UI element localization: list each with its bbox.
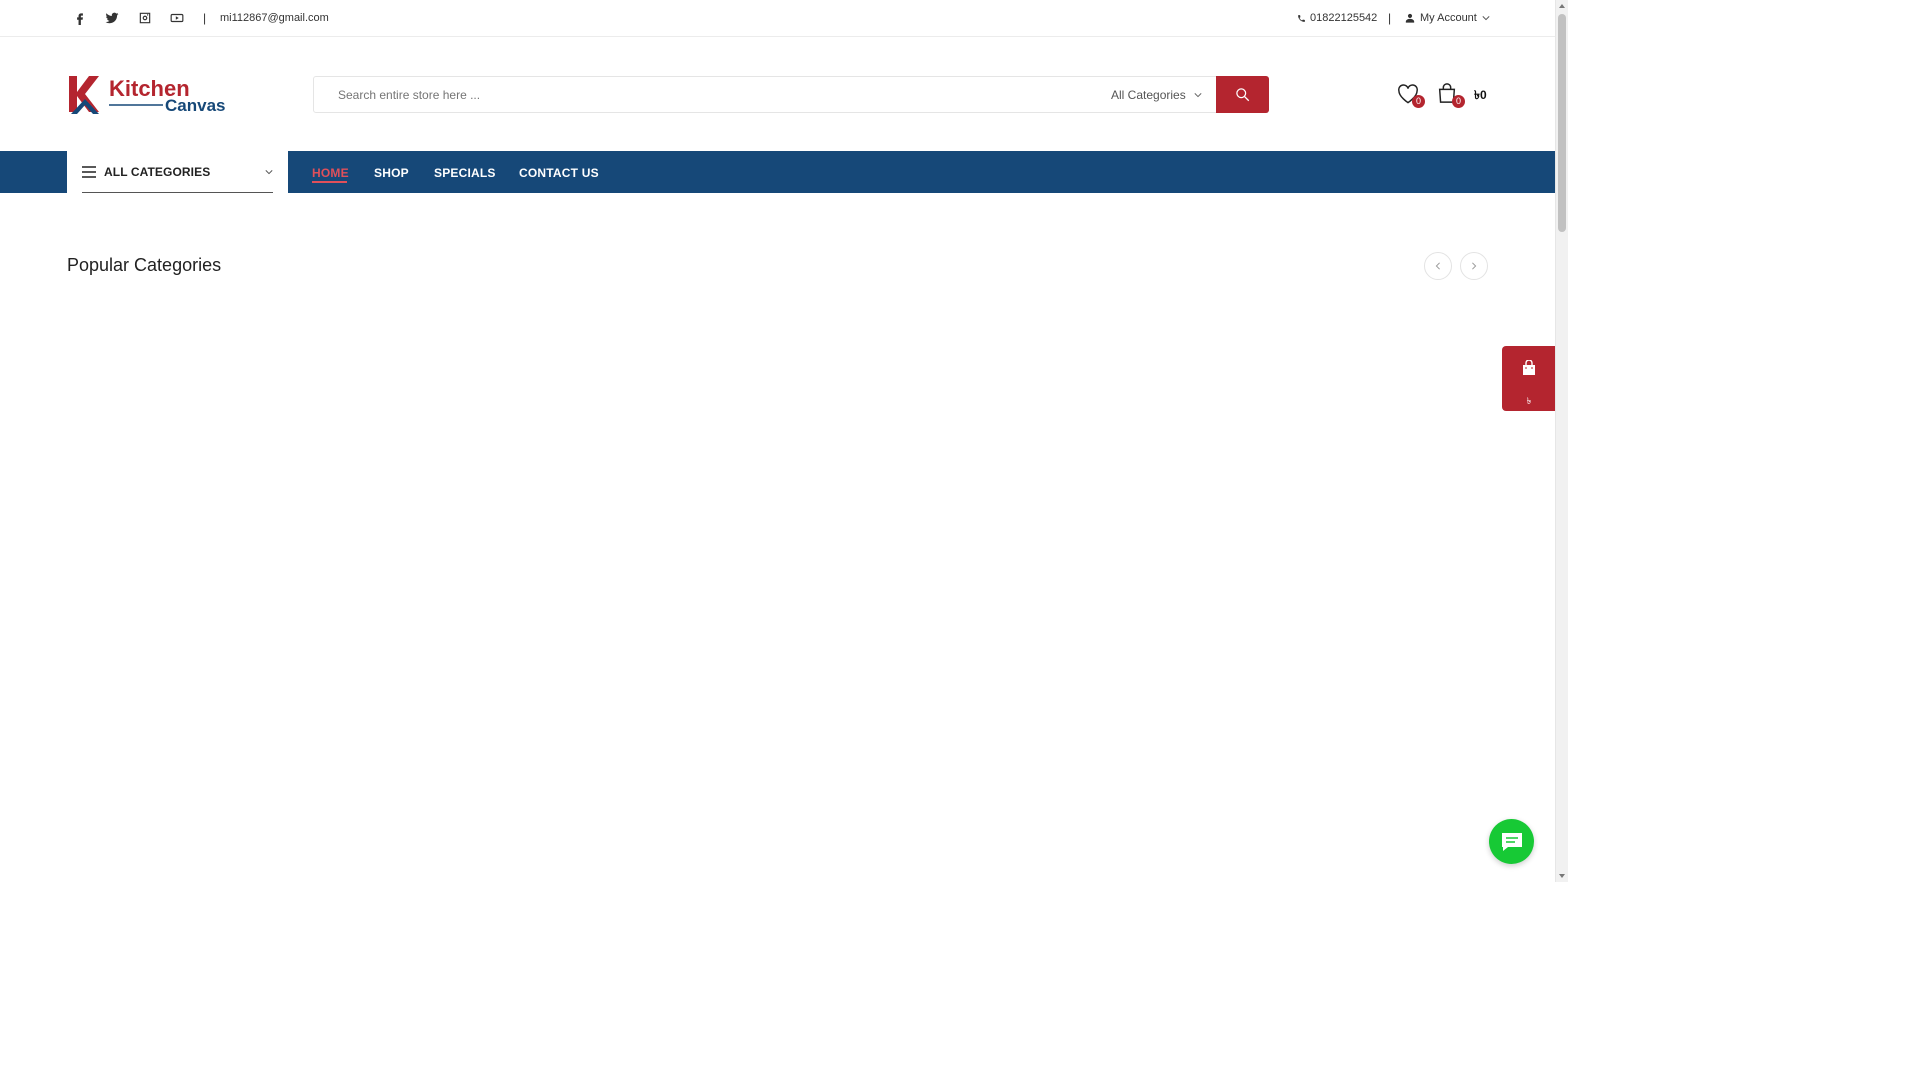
nav-specials[interactable]: SPECIALS <box>434 166 496 180</box>
chevron-down-icon <box>1482 16 1490 21</box>
all-categories-dropdown[interactable]: ALL CATEGORIES <box>67 151 288 193</box>
chat-button[interactable] <box>1489 819 1534 864</box>
user-icon <box>1405 13 1415 23</box>
all-categories-label: ALL CATEGORIES <box>104 164 211 179</box>
nav-contact-us[interactable]: CONTACT US <box>519 166 599 180</box>
site-logo[interactable]: Kitchen Canvas <box>67 72 231 118</box>
chevron-right-icon <box>1472 262 1477 270</box>
chevron-down-icon <box>265 170 273 175</box>
search-input[interactable] <box>338 88 838 102</box>
svg-text:Canvas: Canvas <box>165 96 225 115</box>
nav-home[interactable]: HOME <box>312 166 349 180</box>
search-icon <box>1236 88 1250 102</box>
category-select-value: All Categories <box>1111 88 1186 102</box>
my-account-dropdown[interactable]: My Account <box>1405 12 1490 24</box>
scroll-up-arrow[interactable] <box>1559 4 1565 8</box>
search-button[interactable] <box>1216 76 1269 113</box>
carousel-next-button[interactable] <box>1460 252 1488 280</box>
contact-phone[interactable]: 01822125542 <box>1297 12 1377 24</box>
page-scrollbar[interactable] <box>1555 0 1568 882</box>
phone-icon <box>1298 14 1305 22</box>
separator: | <box>1388 11 1392 25</box>
top-bar: | mi112867@gmail.com 01822125542 | My Ac… <box>0 0 1555 37</box>
section-title: Popular Categories <box>67 255 222 275</box>
wishlist-count-badge: 0 <box>1412 95 1425 108</box>
search-bar: All Categories <box>313 76 1269 113</box>
chevron-left-icon <box>1435 262 1440 270</box>
floating-cart-total: ৳ <box>1526 396 1532 406</box>
scroll-down-arrow[interactable] <box>1559 874 1565 878</box>
active-nav-underline <box>312 181 347 183</box>
chevron-down-icon <box>1194 93 1202 98</box>
cart-button[interactable]: 0 <box>1436 82 1465 108</box>
floating-cart-button[interactable]: ৳ <box>1502 346 1556 411</box>
facebook-icon[interactable] <box>71 9 89 27</box>
category-select[interactable]: All Categories <box>1111 88 1202 102</box>
twitter-icon[interactable] <box>103 9 121 27</box>
scroll-thumb[interactable] <box>1558 14 1566 232</box>
carousel-prev-button[interactable] <box>1424 252 1452 280</box>
my-account-label: My Account <box>1420 12 1477 24</box>
youtube-icon[interactable] <box>168 9 186 27</box>
cart-count-badge: 0 <box>1452 95 1465 108</box>
shopping-bag-icon <box>1523 360 1535 375</box>
wishlist-button[interactable]: 0 <box>1397 84 1425 108</box>
contact-email[interactable]: mi112867@gmail.com <box>220 12 329 24</box>
phone-number: 01822125542 <box>1310 12 1378 24</box>
separator: | <box>203 11 207 25</box>
logo-mark-icon <box>69 76 99 114</box>
nav-shop[interactable]: SHOP <box>374 166 409 180</box>
cart-total: ৳0 <box>1474 88 1487 102</box>
menu-icon <box>82 165 96 178</box>
instagram-icon[interactable] <box>136 9 154 27</box>
chat-icon <box>1501 832 1522 851</box>
